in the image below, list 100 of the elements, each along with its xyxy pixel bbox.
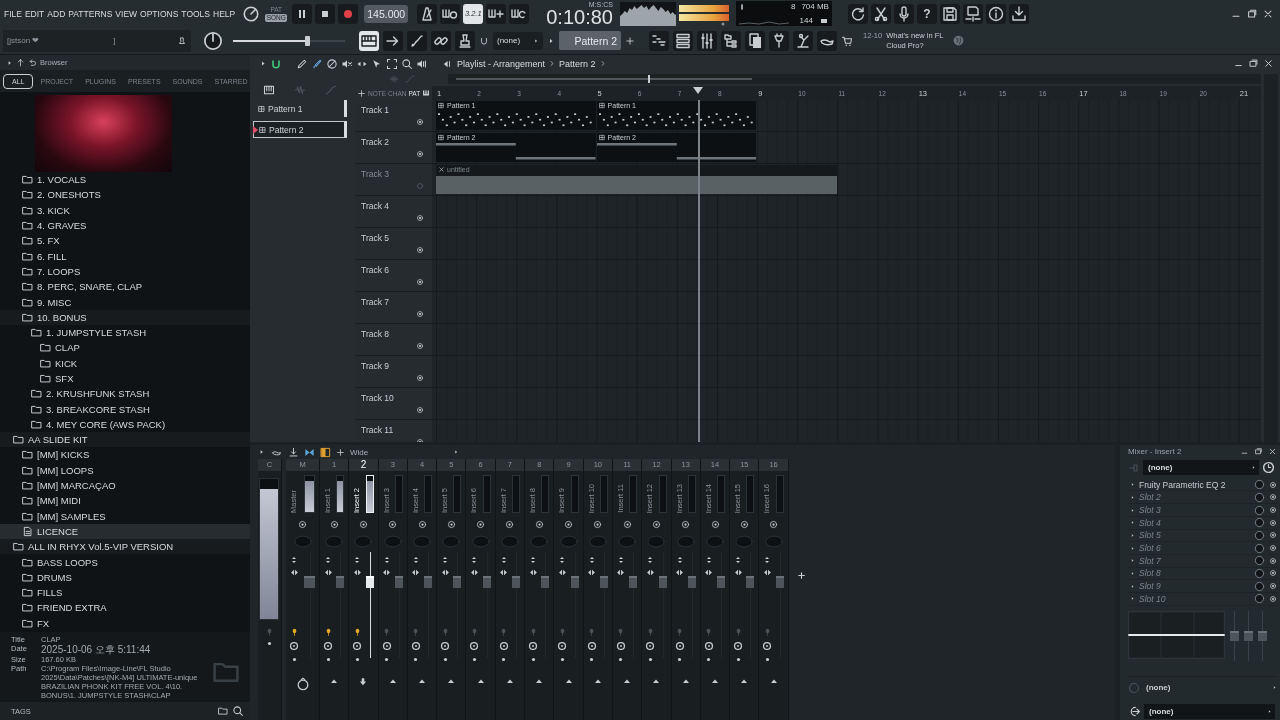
ring-icon[interactable] <box>703 641 714 651</box>
plus-icon[interactable] <box>796 571 806 580</box>
folder-item[interactable]: [MM] LOOPS <box>0 462 250 478</box>
pattern-item[interactable]: Pattern 2 <box>253 121 347 138</box>
folder-item[interactable]: [MM] MARCAÇAO <box>0 477 250 494</box>
target-icon[interactable] <box>446 519 456 529</box>
led-icon[interactable] <box>416 342 424 350</box>
menu-item[interactable]: TOOLS <box>181 8 211 19</box>
restore-icon[interactable] <box>1254 447 1263 457</box>
dot-icon[interactable] <box>354 657 360 662</box>
up-down-arrows-icon[interactable] <box>470 556 479 564</box>
master-volume-slider[interactable] <box>233 35 345 46</box>
ring-icon[interactable] <box>323 641 333 651</box>
dot-icon[interactable] <box>442 657 448 662</box>
effect-slot[interactable]: Slot 7 <box>1128 554 1277 568</box>
target-icon[interactable] <box>476 519 486 529</box>
dot-icon[interactable] <box>647 657 653 662</box>
led-icon[interactable] <box>416 406 424 414</box>
ring-icon[interactable] <box>645 641 656 651</box>
up-arrow-icon[interactable] <box>330 677 339 685</box>
left-right-arrows-icon[interactable] <box>440 568 450 577</box>
left-right-arrows-icon[interactable] <box>289 568 299 577</box>
left-right-arrows-icon[interactable] <box>323 568 333 577</box>
folder-item[interactable]: AA SLIDE KIT <box>0 432 250 448</box>
speaker-icon[interactable] <box>416 57 428 70</box>
up-arrow-icon[interactable] <box>593 677 602 685</box>
effect-slot[interactable]: Slot 2 <box>1128 491 1277 505</box>
folder-item[interactable]: CLAP <box>0 340 250 356</box>
knob-icon[interactable] <box>242 4 261 23</box>
left-right-arrows-icon[interactable] <box>616 568 626 577</box>
left-right-arrows-icon[interactable] <box>675 568 685 577</box>
up-arrow-icon[interactable] <box>652 677 661 685</box>
folder-item[interactable]: 1. JUMPSTYLE STASH <box>0 324 250 341</box>
effect-slot[interactable]: Slot 8 <box>1128 567 1277 581</box>
plus-icon[interactable] <box>625 35 635 46</box>
plug-icon[interactable] <box>769 30 789 51</box>
dot-icon[interactable] <box>413 657 419 662</box>
caret-icon[interactable] <box>259 59 267 68</box>
pause-icon[interactable] <box>292 3 313 24</box>
plus-icon[interactable] <box>357 88 366 98</box>
left-right-arrows-icon[interactable] <box>382 568 392 577</box>
dot-icon[interactable] <box>764 657 770 662</box>
ring-icon[interactable] <box>528 641 539 651</box>
up-arrow-icon[interactable] <box>505 677 514 685</box>
menu-item[interactable]: HELP <box>213 8 236 19</box>
slider-thumb[interactable] <box>304 35 310 46</box>
ring-icon[interactable] <box>674 641 685 651</box>
ring-icon[interactable] <box>498 641 509 651</box>
target-icon[interactable] <box>622 519 632 529</box>
target-icon[interactable] <box>739 519 749 529</box>
eq-graph-drawing[interactable] <box>1128 610 1225 659</box>
folder-item[interactable]: 5. FX <box>0 233 250 249</box>
target-icon[interactable] <box>534 519 544 529</box>
pin-switch-icon[interactable] <box>265 627 274 637</box>
scissors-icon[interactable] <box>870 3 891 24</box>
menu-item[interactable]: EDIT <box>24 8 45 19</box>
metronome-icon[interactable] <box>417 3 438 24</box>
up-arrow-icon[interactable] <box>740 677 749 685</box>
left-right-arrows-icon[interactable] <box>704 568 714 577</box>
led-icon[interactable] <box>416 374 424 382</box>
left-right-arrows-icon[interactable] <box>499 568 509 577</box>
help-button[interactable]: ? <box>916 3 937 24</box>
volume-fader[interactable] <box>365 552 374 658</box>
up-arrow-icon[interactable] <box>16 58 25 67</box>
cart-icon[interactable] <box>841 34 853 47</box>
led-icon[interactable] <box>416 118 424 126</box>
up-arrow-icon[interactable] <box>418 677 427 685</box>
left-right-arrows-icon[interactable] <box>587 568 597 577</box>
dot-icon[interactable] <box>735 657 741 662</box>
menu-item[interactable]: VIEW <box>115 8 138 19</box>
dot-icon[interactable] <box>618 657 624 662</box>
magnet-icon[interactable] <box>479 35 489 46</box>
ring-icon[interactable] <box>410 641 421 651</box>
target-icon[interactable] <box>710 519 720 529</box>
comb-loop-icon[interactable] <box>509 3 530 24</box>
copy-icon[interactable] <box>745 30 765 51</box>
ring-icon[interactable] <box>469 641 480 651</box>
record-icon[interactable] <box>338 3 359 24</box>
close-icon[interactable] <box>1263 58 1274 69</box>
target-icon[interactable] <box>564 519 573 529</box>
led-icon[interactable] <box>416 310 424 318</box>
led-icon[interactable] <box>416 278 424 286</box>
plus-icon[interactable] <box>336 447 345 457</box>
dot-icon[interactable] <box>589 657 595 662</box>
comb-clock-icon[interactable] <box>440 3 461 24</box>
up-arrow-icon[interactable] <box>476 677 485 685</box>
folder-item[interactable]: 3. KICK <box>0 202 250 218</box>
ring-icon[interactable] <box>557 641 568 651</box>
dot-icon[interactable] <box>530 657 536 662</box>
comb-plus-icon[interactable] <box>486 3 507 24</box>
up-arrow-icon[interactable] <box>711 677 719 685</box>
info-icon[interactable] <box>985 3 1006 24</box>
dot-icon[interactable] <box>677 657 683 662</box>
overview-scrollbar[interactable] <box>448 74 1261 84</box>
magnet-icon[interactable] <box>270 57 282 70</box>
ring-icon[interactable] <box>295 677 310 691</box>
clock-icon[interactable] <box>1262 461 1275 475</box>
folder-item[interactable]: 1. VOCALS <box>0 172 250 188</box>
ring-icon[interactable] <box>615 641 626 651</box>
ring-icon[interactable] <box>440 641 451 651</box>
